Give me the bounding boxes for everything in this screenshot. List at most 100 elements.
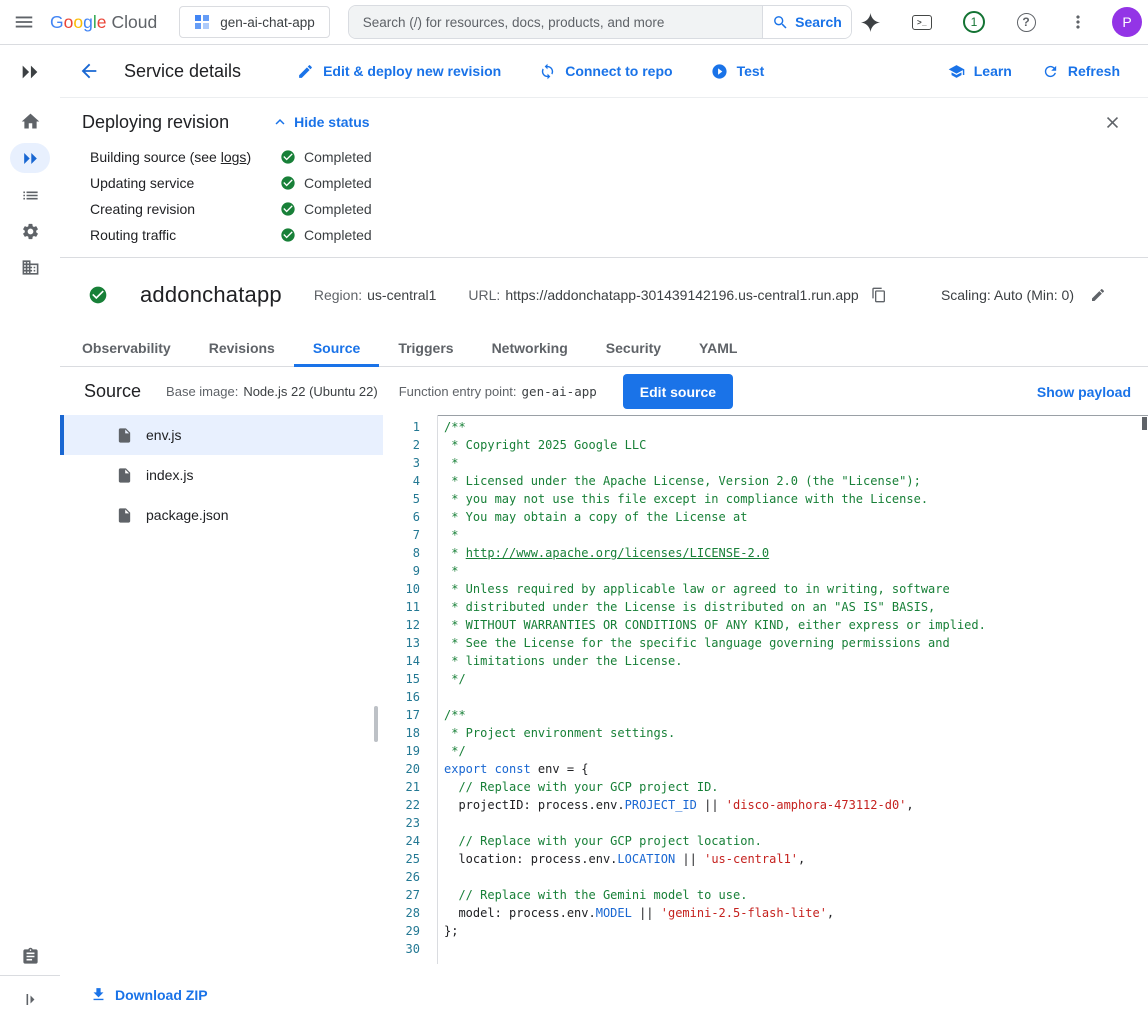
home-icon[interactable]: [10, 106, 50, 136]
integrations-gear-icon[interactable]: [10, 216, 50, 246]
deploy-status-title: Deploying revision: [82, 112, 229, 133]
code-text: /**: [437, 418, 466, 436]
code-text: projectID: process.env.PROJECT_ID || 'di…: [437, 796, 914, 814]
test-button[interactable]: Test: [711, 63, 765, 80]
search-icon: [772, 14, 789, 31]
tab-security[interactable]: Security: [587, 330, 680, 367]
line-number: 5: [383, 490, 437, 508]
header-actions: Edit & deploy new revision Connect to re…: [297, 63, 764, 80]
collapse-panel-icon[interactable]: [10, 984, 50, 1014]
service-summary: addonchatapp Region: us-central1 URL: ht…: [60, 259, 1148, 330]
code-text: *: [437, 562, 458, 580]
project-selector[interactable]: gen-ai-chat-app: [179, 6, 330, 38]
page-title: Service details: [124, 61, 241, 82]
refresh-button[interactable]: Refresh: [1042, 63, 1120, 80]
code-line: 10 * Unless required by applicable law o…: [383, 580, 1148, 598]
connect-to-repo-button[interactable]: Connect to repo: [539, 63, 672, 80]
check-circle-icon: [280, 201, 296, 217]
code-line: 2 * Copyright 2025 Google LLC: [383, 436, 1148, 454]
google-wordmark: Google: [50, 12, 106, 33]
code-text: export const env = {: [437, 760, 589, 778]
learn-button[interactable]: Learn: [948, 63, 1012, 80]
file-item[interactable]: env.js: [60, 415, 383, 455]
tab-yaml[interactable]: YAML: [680, 330, 756, 367]
file-list: env.js index.js package.json: [60, 415, 383, 535]
status-label: Building source (see logs): [90, 149, 280, 165]
download-icon: [90, 986, 107, 1003]
status-text: Completed: [304, 201, 372, 217]
download-zip-button[interactable]: Download ZIP: [90, 986, 208, 1003]
edit-scaling-pencil-icon[interactable]: [1088, 285, 1108, 305]
code-text: * distributed under the License is distr…: [437, 598, 935, 616]
tab-source[interactable]: Source: [294, 330, 379, 367]
code-text: // Replace with the Gemini model to use.: [437, 886, 747, 904]
code-line: 16: [383, 688, 1148, 706]
code-line: 23: [383, 814, 1148, 832]
deploy-status-panel: Deploying revision Hide status Building …: [60, 98, 1148, 258]
file-name: index.js: [146, 467, 193, 483]
gemini-icon[interactable]: [852, 4, 888, 40]
pencil-icon: [297, 63, 314, 80]
line-number: 10: [383, 580, 437, 598]
code-text: */: [437, 670, 466, 688]
search-input[interactable]: [349, 6, 762, 38]
file-name: package.json: [146, 507, 229, 523]
show-payload-link[interactable]: Show payload: [1037, 384, 1131, 400]
menu-icon[interactable]: [6, 4, 42, 40]
copy-icon[interactable]: [869, 285, 889, 305]
code-text: [437, 688, 444, 706]
tab-revisions[interactable]: Revisions: [190, 330, 294, 367]
release-notes-icon[interactable]: [10, 941, 50, 971]
hide-status-toggle[interactable]: Hide status: [271, 113, 369, 131]
chevron-up-icon: [271, 113, 289, 131]
code-line: 27 // Replace with the Gemini model to u…: [383, 886, 1148, 904]
code-editor[interactable]: 1/**2 * Copyright 2025 Google LLC3 *4 * …: [383, 415, 1148, 1017]
line-number: 2: [383, 436, 437, 454]
file-item[interactable]: index.js: [60, 455, 383, 495]
back-arrow-icon[interactable]: [76, 58, 102, 84]
line-number: 9: [383, 562, 437, 580]
tab-observability[interactable]: Observability: [63, 330, 190, 367]
edit-deploy-button[interactable]: Edit & deploy new revision: [297, 63, 501, 80]
search-button[interactable]: Search: [762, 6, 851, 38]
logs-link[interactable]: logs: [221, 149, 247, 165]
status-row: Updating serviceCompleted: [90, 175, 1148, 191]
file-item[interactable]: package.json: [60, 495, 383, 535]
tab-triggers[interactable]: Triggers: [379, 330, 472, 367]
notification-count-badge[interactable]: 1: [956, 4, 992, 40]
list-icon[interactable]: [10, 180, 50, 210]
check-circle-icon: [280, 227, 296, 243]
code-line: 18 * Project environment settings.: [383, 724, 1148, 742]
more-options-icon[interactable]: [1060, 4, 1096, 40]
code-text: model: process.env.MODEL || 'gemini-2.5-…: [437, 904, 834, 922]
file-icon: [116, 507, 133, 524]
close-icon[interactable]: [1100, 110, 1124, 134]
code-line: 20export const env = {: [383, 760, 1148, 778]
line-number: 30: [383, 940, 437, 958]
editor-scrollbar-thumb[interactable]: [1142, 417, 1147, 430]
edit-source-button[interactable]: Edit source: [623, 374, 733, 409]
help-icon[interactable]: ?: [1008, 4, 1044, 40]
code-line: 13 * See the License for the specific la…: [383, 634, 1148, 652]
cloud-shell-icon[interactable]: >_: [904, 4, 940, 40]
cloud-wordmark: Cloud: [111, 12, 157, 33]
status-label: Routing traffic: [90, 227, 280, 243]
line-number: 26: [383, 868, 437, 886]
left-rail: [0, 45, 60, 1017]
status-row: Creating revisionCompleted: [90, 201, 1148, 217]
google-cloud-logo: Google Cloud: [50, 12, 157, 33]
status-text: Completed: [304, 227, 372, 243]
avatar[interactable]: P: [1112, 7, 1142, 37]
status-row: Routing traffic Completed: [90, 227, 1148, 243]
scrollbar-thumb[interactable]: [374, 706, 378, 742]
code-line: 22 projectID: process.env.PROJECT_ID || …: [383, 796, 1148, 814]
line-number: 4: [383, 472, 437, 490]
tab-networking[interactable]: Networking: [473, 330, 587, 367]
line-number: 21: [383, 778, 437, 796]
cloud-run-icon[interactable]: [10, 143, 50, 173]
license-url-link[interactable]: http://www.apache.org/licenses/LICENSE-2…: [466, 546, 769, 560]
line-number: 23: [383, 814, 437, 832]
domain-icon[interactable]: [10, 252, 50, 282]
code-line: 28 model: process.env.MODEL || 'gemini-2…: [383, 904, 1148, 922]
line-number: 12: [383, 616, 437, 634]
